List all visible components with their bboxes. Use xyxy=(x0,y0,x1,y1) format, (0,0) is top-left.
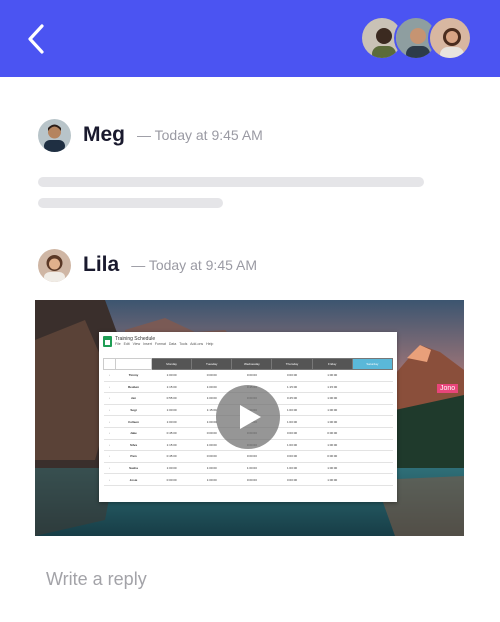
avatar xyxy=(38,248,71,282)
participant-avatar-3[interactable] xyxy=(428,16,472,60)
message-placeholder-line xyxy=(38,177,424,187)
row-name: Colleen xyxy=(115,415,152,428)
participant-avatars[interactable] xyxy=(360,16,472,62)
table-cell: 1:15:00 xyxy=(151,381,192,394)
table-cell xyxy=(352,427,393,440)
column-header: Thursday xyxy=(271,358,313,370)
table-cell: 1:00:00 xyxy=(312,415,353,428)
author-name: Meg xyxy=(83,123,125,146)
table-cell xyxy=(352,404,393,417)
play-button[interactable] xyxy=(216,385,280,449)
table-cell: 0:45:00 xyxy=(151,427,192,440)
row-number: • xyxy=(103,462,116,475)
row-name: Jake xyxy=(115,427,152,440)
row-name: Josie xyxy=(115,473,152,486)
table-cell: 1:00:00 xyxy=(312,462,353,475)
table-cell xyxy=(352,415,393,428)
row-name: Sasha xyxy=(115,462,152,475)
avatar xyxy=(38,118,71,152)
table-cell: 1:00:00 xyxy=(191,473,232,486)
table-cell: 0:00:00 xyxy=(271,427,313,440)
row-name: Pam xyxy=(115,450,152,463)
table-cell: 1:00:00 xyxy=(312,369,353,382)
author-name: Lila xyxy=(83,253,120,276)
table-cell: 1:00:00 xyxy=(271,462,313,475)
table-cell: 0:00:00 xyxy=(151,473,192,486)
row-name: Jen xyxy=(115,392,152,405)
table-cell xyxy=(352,439,393,452)
timestamp: — Today at 9:45 AM xyxy=(137,127,263,143)
column-header: Friday xyxy=(311,358,353,370)
column-header: Monday xyxy=(150,358,193,370)
spreadsheet-menu: File Edit View Insert Format Data Tools … xyxy=(115,342,214,346)
table-cell: 0:00:00 xyxy=(231,473,272,486)
table-cell xyxy=(352,462,393,475)
table-cell: 0:45:00 xyxy=(151,450,192,463)
video-attachment[interactable]: Training Schedule File Edit View Insert … xyxy=(35,300,464,536)
header-bar xyxy=(0,0,500,77)
table-cell: 0:00:00 xyxy=(231,450,272,463)
table-cell: 0:00:00 xyxy=(271,450,313,463)
row-number: • xyxy=(103,392,116,405)
reply-input[interactable] xyxy=(46,566,466,592)
row-number: • xyxy=(103,415,116,428)
table-cell: 1:00:00 xyxy=(191,462,232,475)
table-row: • Pam 0:45:00 0:00:00 0:00:00 0:00:00 0:00:00 xyxy=(103,450,393,463)
row-number: • xyxy=(103,473,116,486)
row-name: Silva xyxy=(115,439,152,452)
row-number: • xyxy=(103,404,116,417)
row-number: • xyxy=(103,427,116,440)
table-cell xyxy=(352,473,393,486)
table-cell: 0:00:00 xyxy=(312,427,353,440)
column-header: Tuesday xyxy=(191,358,233,370)
sheets-icon xyxy=(103,336,112,347)
table-row: • Sasha 1:00:00 1:00:00 1:00:00 1:00:00 1:00:0… xyxy=(103,462,393,475)
table-cell xyxy=(352,450,393,463)
table-row: • Josie 0:00:00 1:00:00 0:00:00 0:00:00 1:00:0… xyxy=(103,473,393,486)
chevron-left-icon xyxy=(28,24,44,54)
row-name: Segi xyxy=(115,404,152,417)
table-cell: 0:00:00 xyxy=(191,450,232,463)
collaborator-tag: Jono xyxy=(437,384,459,393)
table-cell: 1:00:00 xyxy=(312,473,353,486)
table-cell: 1:00:00 xyxy=(312,439,353,452)
row-name: Timmy xyxy=(115,369,152,382)
row-name: Reuben xyxy=(115,381,152,394)
table-cell: 0:45:00 xyxy=(271,392,313,405)
table-cell: 1:00:00 xyxy=(151,404,192,417)
row-number: • xyxy=(103,369,116,382)
table-cell: 1:15:00 xyxy=(271,381,313,394)
table-cell: 0:55:00 xyxy=(151,392,192,405)
table-cell: 1:00:00 xyxy=(151,462,192,475)
back-button[interactable] xyxy=(22,21,52,57)
table-cell: 1:15:00 xyxy=(151,439,192,452)
table-cell: 0:00:00 xyxy=(312,450,353,463)
table-row: • Timmy 1:00:00 0:00:00 0:00:00 0:00:00 1:00:0… xyxy=(103,369,393,382)
table-cell: 1:15:00 xyxy=(312,381,353,394)
row-number: • xyxy=(103,450,116,463)
table-cell: 1:00:00 xyxy=(271,439,313,452)
table-cell xyxy=(352,381,393,394)
table-cell: 1:00:00 xyxy=(231,462,272,475)
table-cell xyxy=(352,392,393,405)
table-cell: 0:00:00 xyxy=(271,473,313,486)
table-cell: 1:00:00 xyxy=(312,392,353,405)
column-header: Wednesday xyxy=(231,358,273,370)
message-placeholder-line xyxy=(38,198,223,208)
message-header-meg: Meg — Today at 9:45 AM xyxy=(38,118,263,152)
play-icon xyxy=(240,405,261,429)
timestamp: — Today at 9:45 AM xyxy=(131,257,258,273)
table-cell: 1:00:00 xyxy=(151,369,192,382)
table-cell: 0:00:00 xyxy=(271,369,313,382)
table-cell: 0:00:00 xyxy=(191,369,232,382)
row-number: • xyxy=(103,381,116,394)
table-cell: 1:00:00 xyxy=(151,415,192,428)
column-header: Saturday xyxy=(351,358,394,370)
table-cell: 1:00:00 xyxy=(191,381,232,394)
table-cell: 0:00:00 xyxy=(231,369,272,382)
table-cell: 1:00:00 xyxy=(312,404,353,417)
message-header-lila: Lila — Today at 9:45 AM xyxy=(38,248,257,282)
row-number: • xyxy=(103,439,116,452)
table-cell xyxy=(352,369,393,382)
